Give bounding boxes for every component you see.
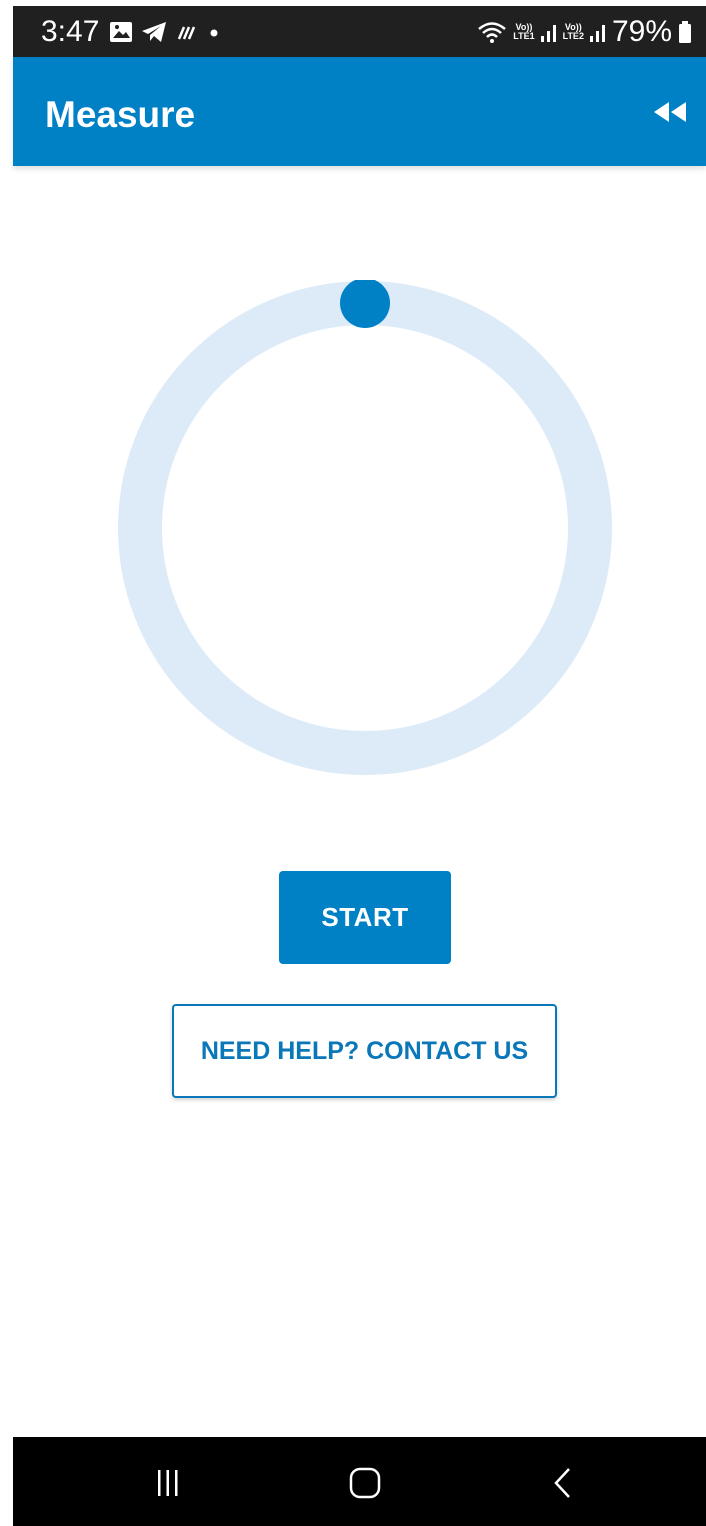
lte2-label: LTE2: [562, 31, 584, 41]
rewind-icon: [654, 102, 686, 122]
home-button[interactable]: [335, 1463, 395, 1503]
system-status-icons: Vo)) LTE1 Vo)) LTE2 79%: [477, 15, 692, 49]
page-title: Measure: [45, 94, 196, 135]
lte1-label: LTE1: [513, 31, 535, 41]
rewind-button[interactable]: [648, 94, 692, 130]
start-button[interactable]: START: [279, 871, 451, 964]
dial-track: [118, 281, 612, 775]
frame-edge: [0, 0, 13, 1526]
dial-knob[interactable]: [340, 280, 390, 328]
status-bar: 3:47 Vo)) LTE1 Vo)) LTE2 79%: [13, 6, 706, 57]
back-icon: [554, 1468, 570, 1498]
status-time: 3:47: [41, 15, 100, 48]
wifi-icon: [478, 22, 507, 43]
back-button[interactable]: [533, 1463, 593, 1503]
signal2-icon: [589, 25, 605, 42]
measurement-dial[interactable]: [117, 280, 613, 776]
lte1-indicator: Vo)) LTE1: [513, 23, 534, 41]
home-icon: [349, 1467, 381, 1499]
battery-percent: 79%: [611, 15, 672, 48]
gallery-icon: [110, 22, 132, 42]
recents-button[interactable]: [138, 1463, 198, 1503]
signal1-icon: [540, 25, 556, 42]
recents-icon: [158, 1470, 178, 1496]
contact-us-button[interactable]: NEED HELP? CONTACT US: [172, 1004, 557, 1098]
navigation-bar: [13, 1437, 706, 1526]
notification-icons: [109, 18, 221, 46]
dot-icon: [210, 29, 218, 37]
telegram-icon: [142, 22, 166, 42]
lte2-indicator: Vo)) LTE2: [563, 23, 584, 41]
data-saver-icon: [177, 26, 196, 40]
app-bar: Measure: [13, 57, 706, 166]
battery-icon: [679, 21, 691, 43]
